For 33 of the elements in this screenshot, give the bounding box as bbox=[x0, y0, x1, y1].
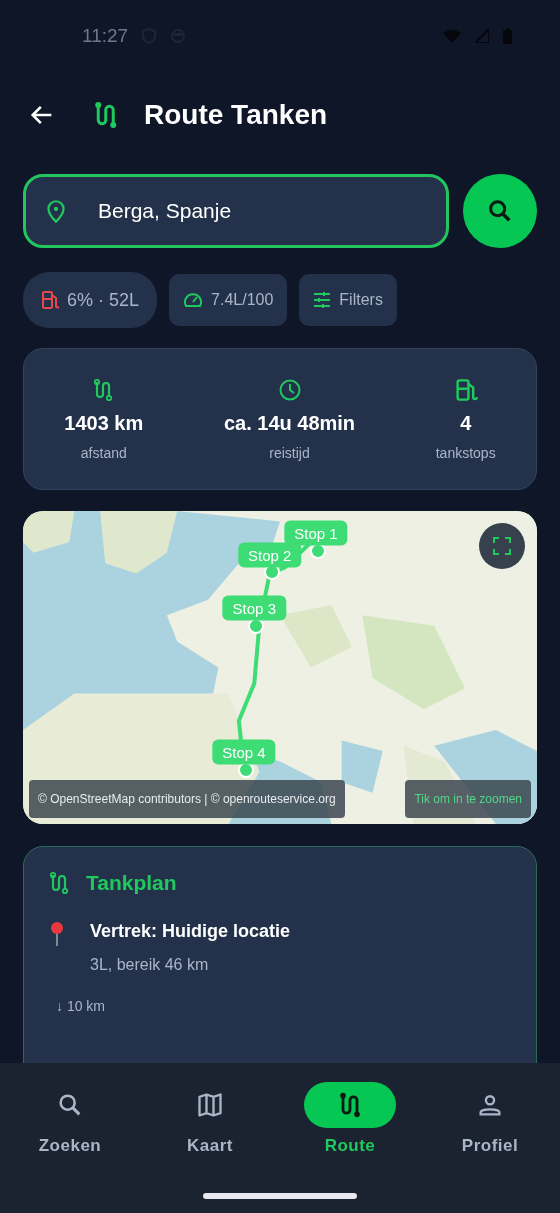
battery-icon bbox=[503, 28, 512, 44]
leg-distance: ↓ 10 km bbox=[56, 998, 106, 1014]
zoom-hint: Tik om in te zoomen bbox=[405, 780, 531, 818]
consumption-chip[interactable]: 7.4L/100 bbox=[169, 274, 288, 326]
stat-label: reistijd bbox=[269, 444, 310, 461]
tankplan-title: Tankplan bbox=[86, 871, 177, 895]
search-field[interactable]: Berga, Spanje bbox=[23, 174, 449, 248]
nav-tab[interactable]: Zoeken bbox=[0, 1081, 140, 1157]
map-icon bbox=[196, 1091, 224, 1119]
pin-icon bbox=[48, 921, 66, 947]
status-time: 11:27 bbox=[82, 25, 129, 47]
filters-button[interactable]: Filters bbox=[299, 274, 397, 326]
fuel-pump-icon bbox=[453, 377, 478, 402]
stat-value: 4 bbox=[460, 411, 472, 435]
stat-label: afstand bbox=[80, 444, 127, 461]
nav-tab[interactable]: Kaart bbox=[140, 1081, 280, 1157]
nav-tab[interactable]: Profiel bbox=[420, 1081, 560, 1157]
stop-detail: 3L, bereik 46 km bbox=[90, 956, 210, 974]
fuel-pump-icon bbox=[41, 290, 59, 310]
wifi-icon bbox=[443, 29, 461, 43]
nav-tab[interactable]: Route bbox=[280, 1081, 420, 1157]
map-attribution: © OpenStreetMap contributors | © openrouteservice.org bbox=[29, 780, 345, 818]
stop-title: Vertrek: Huidige locatie bbox=[90, 921, 291, 942]
stat-label: tankstops bbox=[435, 444, 496, 461]
fullscreen-icon bbox=[492, 536, 512, 556]
sliders-icon bbox=[313, 291, 332, 309]
gauge-icon bbox=[183, 291, 204, 309]
stat-value: 1403 km bbox=[64, 411, 144, 435]
signal-icon bbox=[475, 29, 489, 43]
stat-value: ca. 14u 48min bbox=[223, 411, 356, 435]
page-title: Route Tanken bbox=[144, 99, 328, 131]
fuel-chip[interactable]: 6% · 52L bbox=[23, 272, 158, 328]
clock-icon bbox=[277, 377, 302, 402]
